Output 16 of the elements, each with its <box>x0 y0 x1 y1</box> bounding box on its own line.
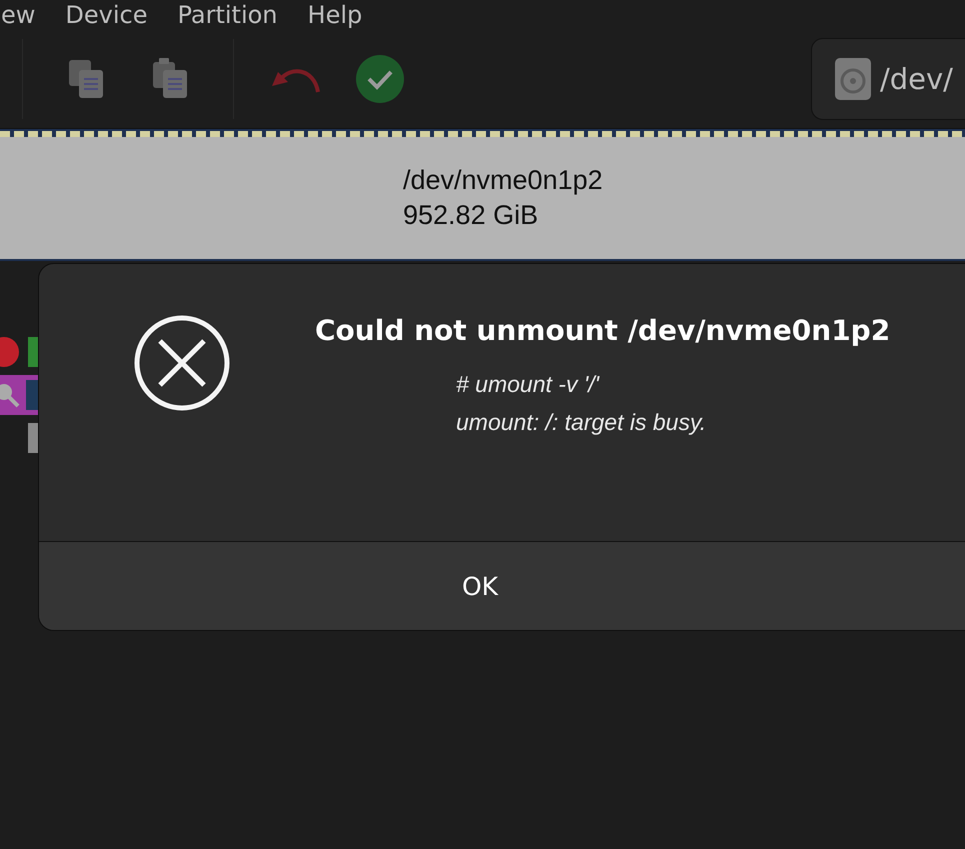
menu-item[interactable]: ew <box>1 1 36 29</box>
menu-item[interactable]: Partition <box>177 1 278 29</box>
error-icon <box>133 314 231 412</box>
menu-item[interactable]: Help <box>308 1 362 29</box>
partition-bar[interactable]: /dev/nvme0n1p2 952.82 GiB <box>0 137 965 261</box>
dialog-title: Could not unmount /dev/nvme0n1p2 <box>315 314 890 347</box>
partition-size: 952.82 GiB <box>403 199 540 232</box>
partition-name: /dev/nvme0n1p2 <box>403 164 604 197</box>
apply-icon[interactable] <box>354 53 406 105</box>
selected-row[interactable] <box>0 375 40 415</box>
filesystem-swatch <box>26 380 38 410</box>
menu-item[interactable]: Device <box>65 1 148 29</box>
device-selector[interactable]: /dev/ <box>811 38 965 120</box>
error-detail: # umount -v '/' <box>456 370 601 399</box>
ok-button[interactable]: OK <box>39 541 965 630</box>
error-detail: umount: /: target is busy. <box>456 408 708 437</box>
